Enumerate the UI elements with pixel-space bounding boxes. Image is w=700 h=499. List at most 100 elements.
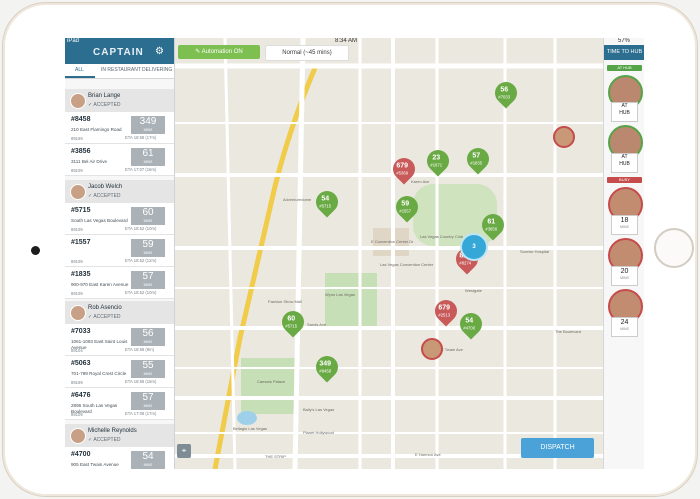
driver-status: ✓ ACCEPTED (88, 314, 121, 320)
automation-toggle[interactable]: ✎ Automation ON (178, 45, 260, 59)
driver-group-header[interactable]: Brian Lange ✓ ACCEPTED (65, 89, 174, 112)
avatar (70, 428, 86, 444)
order-zip: 89109 (71, 259, 83, 264)
order-address: 900-970 East Karen Avenue (71, 282, 129, 287)
home-button[interactable] (654, 228, 694, 268)
poi-label: Bellagio Las Vegas (233, 426, 267, 431)
driver-map-avatar[interactable] (421, 338, 443, 360)
time-to-hub-panel: TIME TO HUB AT HUB AT HUB AT HUB BUSY 18… (603, 38, 644, 469)
order-mins-box: 60 MINS (131, 207, 165, 225)
order-address: 701-799 Royal Crest Circle (71, 371, 127, 376)
street-label: E Convention Center Dr (371, 239, 414, 244)
order-row[interactable]: #1835 900-970 East Karen Avenue 89109 57 MIN… (65, 267, 174, 299)
map[interactable]: Karen Ave E Convention Center Dr Sands A… (175, 38, 603, 469)
at-hub-section: AT HUB (607, 65, 642, 71)
speed-mode-button[interactable]: Normal (~45 mins) (265, 45, 349, 61)
tab-underline (65, 76, 95, 78)
poi-label: Adventuredome (283, 197, 312, 202)
order-mins-box: 59 MINS (131, 239, 165, 257)
order-id: #1557 (71, 239, 91, 246)
panel-title: TIME TO HUB (604, 45, 644, 60)
street-label: Sands Ave (307, 322, 327, 327)
order-eta: ETA 18:52 (10m) (125, 290, 157, 295)
poi-label: Las Vegas Country Club (420, 234, 464, 239)
camera-dot (31, 246, 40, 255)
status-battery: 57% (618, 38, 631, 44)
street-label: E Harmon Ave (415, 452, 441, 457)
order-address: 210 East Flamingo Road (71, 127, 122, 132)
driver-name: Rob Asencio (88, 305, 122, 311)
order-eta: ETA 18:52 (12m) (125, 258, 157, 263)
order-mins-box: 55 MINS (131, 360, 165, 378)
order-zip: 89109 (71, 168, 83, 173)
hub-marker[interactable]: 3 (460, 233, 488, 261)
poi-label: Las Vegas Convention Center (380, 262, 434, 267)
poi-label: Caesars Palace (257, 379, 286, 384)
driver-group-header[interactable]: Rob Asencio ✓ ACCEPTED (65, 301, 174, 324)
sidebar: CAPTAIN ⚙ ALL IN RESTAURANT DELIVERING B… (65, 38, 175, 469)
driver-mins-label: 24 MINS (611, 317, 638, 337)
order-mins-box: 57 MINS (131, 392, 165, 410)
order-row[interactable]: #7033 1061-1093 East Saint Louis Avenue 89… (65, 324, 174, 356)
order-row[interactable]: #1557 89109 59 MINS ETA 18:52 (12m) (65, 235, 174, 267)
driver-hub-label: AT HUB (611, 102, 638, 122)
sidebar-tabs: ALL IN RESTAURANT DELIVERING (65, 64, 174, 79)
status-device: iPad (67, 38, 80, 44)
poi-label: Westgate (465, 288, 483, 293)
dispatch-button[interactable]: DISPATCH (521, 438, 594, 458)
poi-label: Fashion Show Mall (268, 299, 302, 304)
driver-group-header[interactable]: Michelle Reynolds ✓ ACCEPTED (65, 424, 174, 447)
driver-status: ✓ ACCEPTED (88, 102, 121, 108)
order-eta: ETA 18:58 (18m) (125, 379, 157, 384)
poi-label: Wynn Las Vegas (325, 292, 355, 297)
order-row[interactable]: #3856 3111 Bel Air Drive 89109 61 MINS ETA 17… (65, 144, 174, 176)
order-mins-box: 349 MINS (131, 116, 165, 134)
order-address: 3111 Bel Air Drive (71, 159, 108, 164)
poi-label: The Boulevard (555, 329, 581, 334)
street-label: THE STRIP (265, 454, 286, 459)
avatar (70, 93, 86, 109)
order-id: #5063 (71, 360, 91, 367)
order-zip: 89109 (71, 227, 83, 232)
order-zip: 89109 (71, 291, 83, 296)
order-zip: 89109 (71, 412, 83, 417)
order-address: 905 East Twain Avenue (71, 462, 119, 467)
order-mins-box: 61 MINS (131, 148, 165, 166)
order-zip: 89104 (71, 348, 83, 353)
driver-mins-label: 18 MINS (611, 215, 638, 235)
order-eta: ETA 18:58 (17m) (125, 135, 157, 140)
status-bar: iPad 8:34 AM 57% (65, 38, 644, 45)
avatar (70, 305, 86, 321)
crosshair-icon[interactable]: ⌖ (177, 444, 191, 458)
hub-count: 3 (472, 244, 476, 250)
driver-group-header[interactable]: Jacob Welch ✓ ACCEPTED (65, 180, 174, 203)
tab-delivering[interactable]: DELIVERING (142, 67, 172, 73)
gear-icon[interactable]: ⚙ (155, 46, 164, 57)
poi-label: Bally's Las Vegas (303, 407, 334, 412)
driver-status: ✓ ACCEPTED (88, 437, 121, 443)
busy-section: BUSY (607, 177, 642, 183)
driver-hub-label: AT HUB (611, 153, 638, 173)
order-row[interactable]: #5063 701-799 Royal Crest Circle 89169 55 MI… (65, 356, 174, 388)
status-time: 8:34 AM (335, 38, 358, 44)
driver-map-avatar[interactable] (553, 126, 575, 148)
order-eta: ETA 18:58 (9m) (125, 347, 155, 352)
avatar (70, 184, 86, 200)
street-label: E Twain Ave (441, 347, 464, 352)
order-id: #1835 (71, 271, 91, 278)
driver-status: ✓ ACCEPTED (88, 193, 121, 199)
street-label: Karen Ave (411, 179, 430, 184)
driver-name: Michelle Reynolds (88, 428, 137, 434)
order-id: #3856 (71, 148, 91, 155)
order-row[interactable]: #4700905 East Twain Avenue8916954MINS (65, 447, 174, 469)
driver-name: Jacob Welch (88, 184, 123, 190)
order-address: South Las Vegas Boulevard (71, 218, 128, 223)
order-row[interactable]: #8458 210 East Flamingo Road 89169 349 MINS E… (65, 112, 174, 144)
order-zip: 89169 (71, 380, 83, 385)
order-id: #4700 (71, 451, 91, 458)
lake-area (237, 411, 257, 425)
order-row[interactable]: #6476 2896 South Las Vegas Boulevard 89109… (65, 388, 174, 420)
tab-all[interactable]: ALL (75, 67, 84, 73)
tab-in-restaurant[interactable]: IN RESTAURANT (101, 67, 141, 73)
order-row[interactable]: #5715 South Las Vegas Boulevard 89109 60 MIN… (65, 203, 174, 235)
